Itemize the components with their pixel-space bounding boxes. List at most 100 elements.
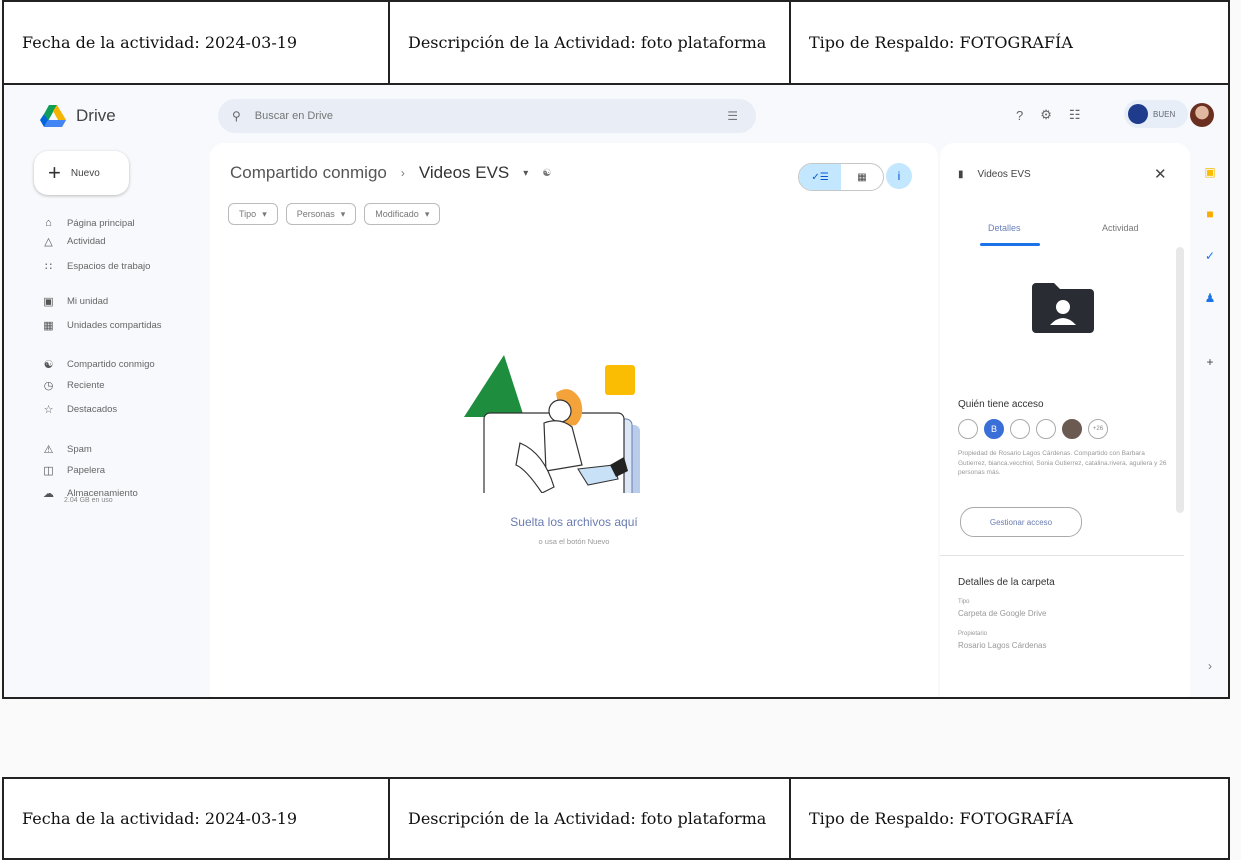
chevron-right-icon: › [400,166,405,180]
calendar-icon[interactable]: ▣ [1200,163,1220,181]
nav-label-recent: Reciente [67,380,105,391]
details-panel: ▮ Videos EVS ✕ Detalles Actividad Quién … [940,143,1190,697]
my-drive-icon: ▣ [43,296,54,308]
type-value: Carpeta de Google Drive [958,609,1047,618]
activity-description-cell: Descripción de la Actividad: foto plataf… [390,2,791,83]
access-heading: Quién tiene acceso [958,399,1044,410]
nav-item-trash[interactable]: ◫ Papelera [42,464,105,477]
spam-icon: ⚠ [43,444,54,456]
nav-item-shared-drives[interactable]: ▦ Unidades compartidas [42,319,161,332]
bell-icon: △ [44,236,53,248]
nav-label-home: Página principal [67,217,135,229]
activity-date-cell: Fecha de la actividad: 2024-03-19 [4,2,390,83]
nav-label-my-drive: Mi unidad [67,296,109,307]
list-view-button[interactable]: ✓☰ [799,164,841,190]
shared-folder-icon: ☯ [542,167,552,179]
empty-state-subtitle: o usa el botón Nuevo [538,537,610,546]
drive-brand[interactable]: Drive [40,105,116,127]
filter-chip-modified[interactable]: Modificado ▾ [364,203,441,225]
nav-label-starred: Destacados [67,404,118,415]
close-icon[interactable]: ✕ [1154,165,1167,183]
nav-item-home[interactable]: ⌂ Página principal [42,217,135,229]
tasks-icon[interactable]: ✓ [1200,247,1220,265]
drive-app-name: Drive [76,106,116,125]
shared-drives-icon: ▦ [43,320,54,332]
owner-label: Propietario [958,631,988,637]
filter-chip-type-label: Tipo [239,209,257,219]
folder-icon: ▮ [958,169,964,180]
manage-access-button[interactable]: Gestionar acceso [960,507,1082,537]
tab-details[interactable]: Detalles [988,223,1021,233]
details-info-button[interactable]: i [886,163,912,189]
chevron-down-icon: ▾ [424,208,430,219]
shared-folder-large-icon [1032,283,1094,333]
panel-scrollbar[interactable] [1176,247,1184,513]
apps-grid-icon[interactable]: ☷ [1069,107,1081,123]
search-input[interactable] [252,109,677,123]
panel-title: Videos EVS [977,169,1031,180]
drive-screenshot: Drive ⚲ ☰ ? ⚙ ☷ BUEN + Nuevo ⌂ Página pri… [2,85,1230,699]
settings-gear-icon[interactable]: ⚙ [1040,107,1052,123]
nav-item-workspaces[interactable]: ∷ Espacios de trabajo [42,260,150,273]
expand-panel-icon[interactable]: › [1200,657,1220,675]
add-addon-icon[interactable]: + [1200,353,1220,371]
avatar [1062,419,1082,439]
help-icon[interactable]: ? [1016,108,1023,123]
contacts-icon[interactable]: ♟ [1200,289,1220,307]
search-icon: ⚲ [232,109,241,123]
header-table-bottom: Fecha de la actividad: 2024-03-19 Descri… [2,777,1230,860]
workspaces-icon: ∷ [45,261,52,273]
workspace-account-chip[interactable]: BUEN [1124,100,1188,128]
nav-item-activity[interactable]: △ Actividad [42,235,105,248]
nav-label-shared-with-me: Compartido conmigo [67,359,155,370]
filter-options-icon[interactable]: ☰ [727,109,738,123]
empty-state-title: Suelta los archivos aquí [510,515,638,529]
tab-activity[interactable]: Actividad [1102,223,1139,233]
view-toggle: ✓☰ ▦ [798,163,884,191]
drive-logo-icon [40,105,66,127]
plus-icon: + [48,160,61,185]
breadcrumb-parent[interactable]: Compartido conmigo [230,163,387,183]
panel-header: ▮ Videos EVS [958,169,1031,180]
access-avatars[interactable]: B +26 [958,419,1108,439]
nav-item-recent[interactable]: ◷ Reciente [42,379,105,392]
empty-folder-illustration [464,355,640,493]
filter-chip-people[interactable]: Personas ▾ [285,203,357,225]
avatar [1036,419,1056,439]
people-icon: ☯ [43,359,54,371]
more-people-count: +26 [1088,419,1108,439]
account-label: BUEN [1153,109,1176,119]
nav-label-workspaces: Espacios de trabajo [67,261,151,272]
new-button[interactable]: + Nuevo [34,151,129,195]
owner-value: Rosario Lagos Cárdenas [958,641,1047,650]
header-table-top: Fecha de la actividad: 2024-03-19 Descri… [2,0,1230,85]
nav-item-my-drive[interactable]: ▣ Mi unidad [42,295,108,308]
filter-chip-modified-label: Modificado [375,209,419,219]
nav-item-starred[interactable]: ☆ Destacados [42,403,118,416]
backup-type-cell: Tipo de Respaldo: FOTOGRAFÍA [809,809,1073,828]
nav-item-spam[interactable]: ⚠ Spam [42,443,92,456]
home-icon: ⌂ [45,217,52,229]
breadcrumb-current[interactable]: Videos EVS [419,163,509,183]
chevron-down-icon: ▾ [262,208,267,219]
divider [940,555,1184,556]
avatar [1010,419,1030,439]
cloud-icon: ☁ [43,488,54,500]
breadcrumb: Compartido conmigo › Videos EVS ▾ ☯ [230,163,551,183]
avatar: B [984,419,1004,439]
type-label: Tipo [958,599,970,605]
panel-tabs: Detalles Actividad [940,213,1172,246]
storage-used: 2.04 GB en uso [64,497,113,504]
nav-label-trash: Papelera [67,465,106,476]
new-button-label: Nuevo [70,167,100,179]
grid-view-button[interactable]: ▦ [841,164,883,190]
filter-chips: Tipo ▾ Personas ▾ Modificado ▾ [228,203,441,225]
main-content: Compartido conmigo › Videos EVS ▾ ☯ ✓☰ ▦… [210,143,938,697]
dropdown-arrow-icon[interactable]: ▾ [523,168,528,179]
folder-details-heading: Detalles de la carpeta [958,577,1055,588]
nav-item-shared-with-me[interactable]: ☯ Compartido conmigo [42,358,155,371]
search-bar[interactable]: ⚲ ☰ [218,99,756,133]
keep-icon[interactable]: ■ [1200,205,1220,223]
user-avatar[interactable] [1190,103,1214,127]
filter-chip-type[interactable]: Tipo ▾ [228,203,278,225]
